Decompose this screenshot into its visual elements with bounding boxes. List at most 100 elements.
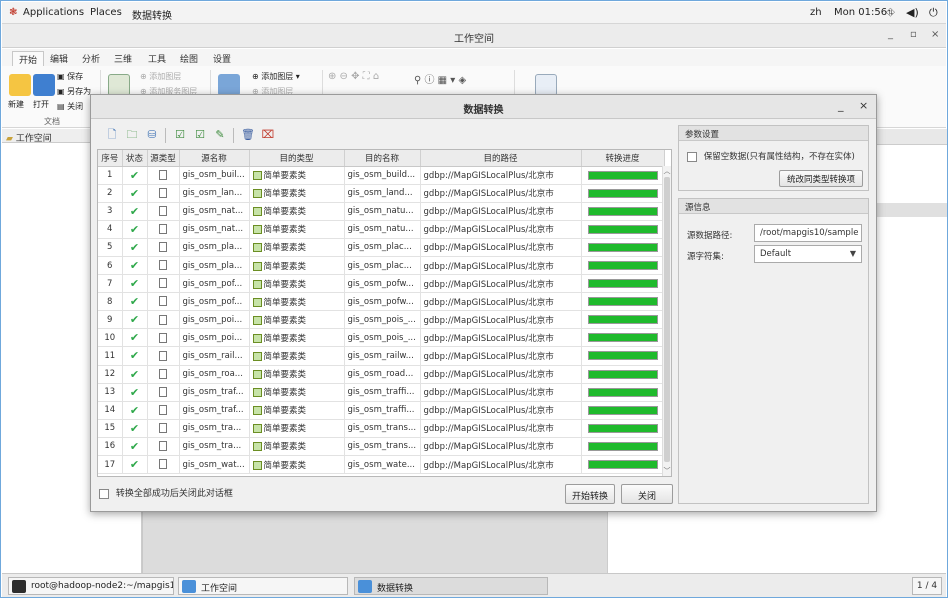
power-icon[interactable]: ⏻ xyxy=(929,6,938,20)
tab-settings[interactable]: 设置 xyxy=(213,52,231,65)
add-folder-icon[interactable]: 🗀 xyxy=(125,128,139,142)
dest-path-cell[interactable]: gdbp://MapGISLocalPlus/北京市 xyxy=(420,346,582,366)
dest-path-cell[interactable]: gdbp://MapGISLocalPlus/北京市 xyxy=(420,292,582,312)
table-row[interactable]: 3 ✔ gis_osm_nat... 简单要素类 gis_osm_natu... gdbp… xyxy=(98,202,665,221)
dest-name-cell[interactable]: gis_osm_pofw... xyxy=(344,292,421,312)
dialog-minimize-button[interactable]: _ xyxy=(838,99,844,112)
dest-name-cell[interactable]: gis_osm_traffi... xyxy=(344,383,421,402)
unify-convert-button[interactable]: 统改同类型转换项 xyxy=(779,170,863,187)
add-file-icon[interactable]: 🗋 xyxy=(105,128,119,142)
network-icon[interactable]: ⛗ xyxy=(886,6,895,20)
dest-path-cell[interactable]: gdbp://MapGISLocalPlus/北京市 xyxy=(420,202,582,221)
dest-path-cell[interactable]: gdbp://MapGISLocalPlus/北京市 xyxy=(420,383,582,402)
table-row[interactable]: 8 ✔ gis_osm_pof... 简单要素类 gis_osm_pofw... gdbp… xyxy=(98,292,665,312)
table-row[interactable]: 4 ✔ gis_osm_nat... 简单要素类 gis_osm_natu... gdbp… xyxy=(98,220,665,239)
close-button[interactable]: × xyxy=(931,29,939,40)
source-path-field[interactable]: /root/mapgis10/sample xyxy=(754,224,862,242)
task-data-convert[interactable]: 数据转换 xyxy=(354,577,548,595)
dest-type-cell[interactable]: 简单要素类 xyxy=(249,202,345,221)
table-row[interactable]: 2 ✔ gis_osm_lan... 简单要素类 gis_osm_land... gdbp… xyxy=(98,184,665,203)
table-row[interactable]: 12 ✔ gis_osm_roa... 简单要素类 gis_osm_road... gdb… xyxy=(98,365,665,384)
table-row[interactable]: 9 ✔ gis_osm_poi... 简单要素类 gis_osm_pois_... gdb… xyxy=(98,310,665,330)
col-dest-name[interactable]: 目的名称 xyxy=(344,150,421,167)
col-dest-type[interactable]: 目的类型 xyxy=(249,150,345,167)
keep-empty-checkbox[interactable] xyxy=(687,151,697,162)
applications-icon[interactable]: ❃ xyxy=(9,7,17,18)
delete-icon[interactable]: 🗑 xyxy=(241,128,255,142)
layer-icon[interactable] xyxy=(218,74,240,96)
dest-type-cell[interactable]: 简单要素类 xyxy=(249,220,345,239)
table-row[interactable]: 10 ✔ gis_osm_poi... 简单要素类 gis_osm_pois_... gd… xyxy=(98,328,665,348)
save-button[interactable]: ▣ 保存 xyxy=(57,71,83,82)
close-after-success-option[interactable]: 转换全部成功后关闭此对话框 xyxy=(99,486,233,499)
add-layer-button[interactable]: ⊕ 添加图层 ▾ xyxy=(252,71,300,82)
open-icon[interactable] xyxy=(33,74,55,96)
dest-name-cell[interactable]: gis_osm_plac... xyxy=(344,238,421,257)
scroll-down-icon[interactable]: ﹀ xyxy=(663,466,671,476)
dest-type-cell[interactable]: 简单要素类 xyxy=(249,401,345,420)
query-tools-icon[interactable]: ⚲ ⓘ ▦ ▾ ◈ xyxy=(414,71,466,86)
workspace-pager[interactable]: 1 / 4 xyxy=(912,577,942,595)
task-workspace[interactable]: 工作空间 xyxy=(178,577,348,595)
scrollbar-thumb[interactable] xyxy=(664,177,670,462)
col-no[interactable]: 序号 xyxy=(98,150,123,167)
dest-name-cell[interactable]: gis_osm_natu... xyxy=(344,220,421,239)
minimize-button[interactable]: _ xyxy=(888,29,893,40)
export-icon[interactable] xyxy=(535,74,557,96)
places-menu[interactable]: Places xyxy=(90,7,122,18)
table-row[interactable]: 7 ✔ gis_osm_pof... 简单要素类 gis_osm_pofw... gdbp… xyxy=(98,274,665,294)
dest-type-cell[interactable]: 简单要素类 xyxy=(249,256,345,276)
dest-name-cell[interactable]: gis_osm_pois_... xyxy=(344,310,421,330)
close-after-success-checkbox[interactable] xyxy=(99,488,109,499)
dialog-close-action-button[interactable]: 关闭 xyxy=(621,484,673,504)
active-app-menu[interactable]: 数据转换 xyxy=(132,7,172,22)
clock[interactable]: Mon 01:56 xyxy=(834,7,887,18)
applications-menu[interactable]: Applications xyxy=(23,7,84,18)
col-progress[interactable]: 转换进度 xyxy=(581,150,665,167)
table-row[interactable]: 14 ✔ gis_osm_traf... 简单要素类 gis_osm_traffi...… xyxy=(98,401,665,420)
tab-tools[interactable]: 工具 xyxy=(148,52,166,65)
dest-name-cell[interactable]: gis_osm_pois_... xyxy=(344,328,421,348)
dest-type-cell[interactable]: 简单要素类 xyxy=(249,292,345,312)
dest-name-cell[interactable]: gis_osm_natu... xyxy=(344,202,421,221)
col-status[interactable]: 状态 xyxy=(122,150,148,167)
tab-3d[interactable]: 三维 xyxy=(114,52,132,65)
invert-select-icon[interactable]: ☑ xyxy=(193,128,207,142)
input-language[interactable]: zh xyxy=(810,7,822,18)
table-row[interactable]: 1 ✔ gis_osm_buil... 简单要素类 gis_osm_build... gd… xyxy=(98,166,665,185)
dest-name-cell[interactable]: gis_osm_wate... xyxy=(344,455,421,475)
task-terminal[interactable]: root@hadoop-node2:~/mapgis10/p... xyxy=(8,577,174,595)
source-charset-select[interactable]: Default ▼ xyxy=(754,245,862,263)
dest-type-cell[interactable]: 简单要素类 xyxy=(249,274,345,294)
dest-name-cell[interactable]: gis_osm_trans... xyxy=(344,419,421,438)
tab-start[interactable]: 开始 xyxy=(12,51,45,67)
table-row[interactable]: 17 ✔ gis_osm_wat... 简单要素类 gis_osm_wate... gdb… xyxy=(98,455,665,475)
dest-name-cell[interactable]: gis_osm_traffi... xyxy=(344,401,421,420)
col-src-type[interactable]: 源类型 xyxy=(147,150,180,167)
dialog-close-button[interactable]: × xyxy=(859,99,868,112)
dest-name-cell[interactable]: gis_osm_build... xyxy=(344,166,421,185)
dest-type-cell[interactable]: 简单要素类 xyxy=(249,328,345,348)
select-all-icon[interactable]: ☑ xyxy=(173,128,187,142)
dest-path-cell[interactable]: gdbp://MapGISLocalPlus/北京市 xyxy=(420,274,582,294)
dest-path-cell[interactable]: gdbp://MapGISLocalPlus/北京市 xyxy=(420,365,582,384)
zoom-tools-icon[interactable]: ⊕ ⊖ ✥ ⛶ ⌂ xyxy=(328,71,379,82)
dest-path-cell[interactable]: gdbp://MapGISLocalPlus/北京市 xyxy=(420,401,582,420)
dest-path-cell[interactable]: gdbp://MapGISLocalPlus/北京市 xyxy=(420,437,582,457)
col-dest-path[interactable]: 目的路径 xyxy=(420,150,582,167)
dest-path-cell[interactable]: gdbp://MapGISLocalPlus/北京市 xyxy=(420,310,582,330)
dest-name-cell[interactable]: gis_osm_land... xyxy=(344,184,421,203)
dest-type-cell[interactable]: 简单要素类 xyxy=(249,383,345,402)
dest-type-cell[interactable]: 简单要素类 xyxy=(249,310,345,330)
new-icon[interactable] xyxy=(9,74,31,96)
dest-path-cell[interactable]: gdbp://MapGISLocalPlus/北京市 xyxy=(420,166,582,185)
dest-path-cell[interactable]: gdbp://MapGISLocalPlus/北京市 xyxy=(420,256,582,276)
dest-path-cell[interactable]: gdbp://MapGISLocalPlus/北京市 xyxy=(420,220,582,239)
tab-analysis[interactable]: 分析 xyxy=(82,52,100,65)
dest-path-cell[interactable]: gdbp://MapGISLocalPlus/北京市 xyxy=(420,238,582,257)
table-row[interactable]: 15 ✔ gis_osm_tra... 简单要素类 gis_osm_trans... gd… xyxy=(98,419,665,438)
dest-type-cell[interactable]: 简单要素类 xyxy=(249,346,345,366)
dest-type-cell[interactable]: 简单要素类 xyxy=(249,455,345,475)
dest-path-cell[interactable]: gdbp://MapGISLocalPlus/北京市 xyxy=(420,328,582,348)
close-doc-button[interactable]: ▤ 关闭 xyxy=(57,101,83,112)
